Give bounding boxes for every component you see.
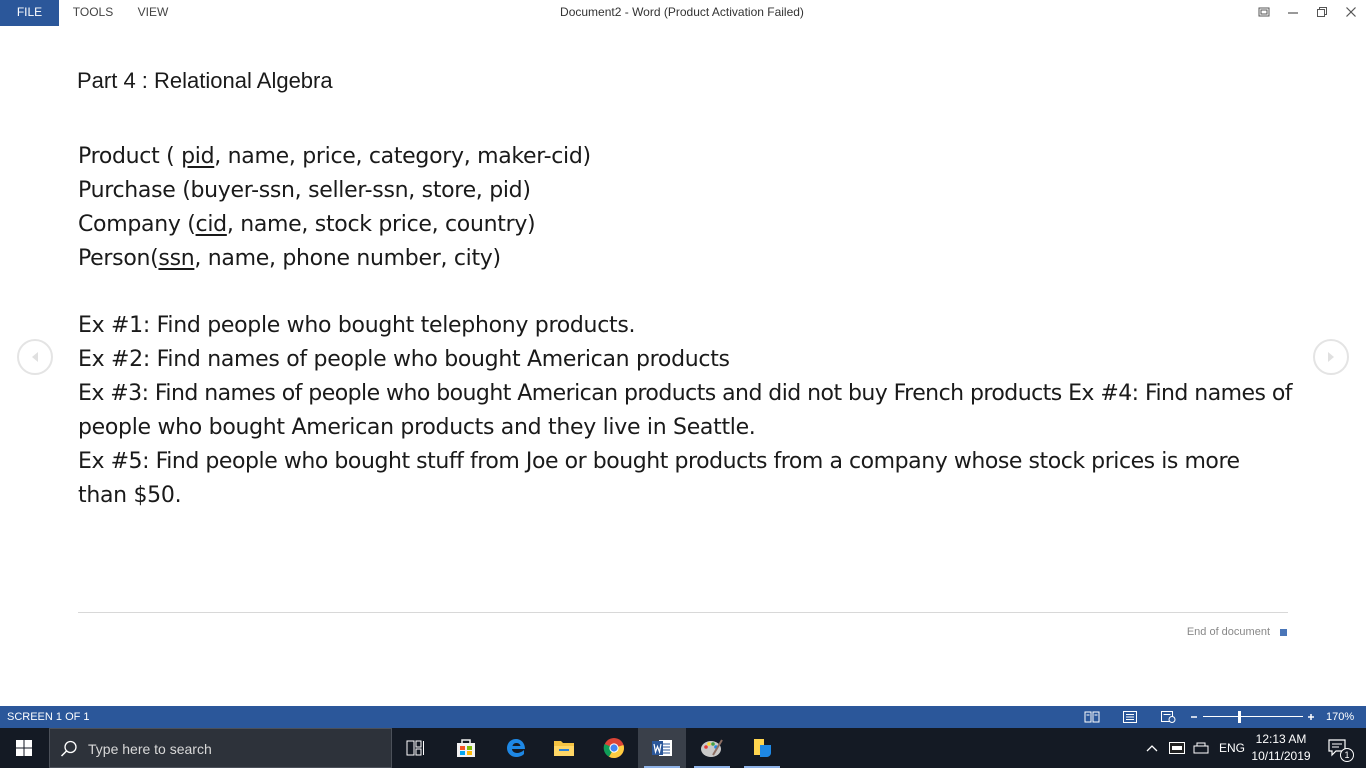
schema-purchase: Purchase (buyer-ssn, seller-ssn, store, … — [78, 178, 531, 203]
input-language[interactable]: ENG — [1219, 728, 1245, 768]
exercise-line: Ex #3: Find names of people who bought A… — [78, 381, 1293, 406]
web-layout-icon[interactable] — [1158, 709, 1178, 725]
document-area[interactable]: Part 4 : Relational Algebra Product ( pi… — [0, 26, 1366, 706]
schema-rest: , name, phone number, city) — [194, 246, 501, 271]
file-explorer-icon[interactable] — [540, 728, 588, 768]
end-divider — [78, 612, 1288, 613]
clock-time[interactable]: 12:13 AM — [1248, 731, 1314, 747]
zoom-slider[interactable] — [1203, 716, 1303, 717]
screen-indicator: SCREEN 1 OF 1 — [7, 711, 90, 723]
status-bar: SCREEN 1 OF 1 170% — [0, 706, 1366, 728]
menu-view[interactable]: VIEW — [128, 0, 178, 26]
chrome-icon[interactable] — [590, 728, 638, 768]
zoom-level[interactable]: 170% — [1326, 706, 1354, 728]
notification-icon[interactable]: 1 — [1318, 728, 1358, 768]
close-icon[interactable] — [1337, 0, 1365, 24]
menu-file[interactable]: FILE — [0, 0, 59, 26]
zoom-out-button[interactable] — [1186, 709, 1202, 725]
exercise-line: Ex #1: Find people who bought telephony … — [78, 313, 636, 338]
schema-prefix: Company ( — [78, 212, 196, 237]
schema-key: pid — [181, 144, 215, 169]
next-screen-icon[interactable] — [1313, 339, 1349, 375]
exercise-line: than $50. — [78, 483, 182, 508]
schema-key: ssn — [158, 246, 195, 271]
minimize-icon[interactable] — [1279, 0, 1307, 24]
menu-tools[interactable]: TOOLS — [62, 0, 124, 26]
taskbar-search[interactable]: Type here to search — [49, 728, 392, 768]
clock-date[interactable]: 10/11/2019 — [1248, 748, 1314, 764]
schema-rest: , name, stock price, country) — [226, 212, 536, 237]
chevron-up-icon[interactable] — [1142, 728, 1162, 768]
task-view-icon[interactable] — [392, 728, 440, 768]
paint-icon[interactable] — [688, 728, 736, 768]
notification-count: 1 — [1340, 748, 1354, 762]
read-mode-icon[interactable] — [1082, 709, 1102, 725]
window-title: Document2 - Word (Product Activation Fai… — [560, 5, 804, 19]
maximize-icon[interactable] — [1308, 0, 1336, 24]
schema-company: Company (cid, name, stock price, country… — [78, 212, 536, 237]
search-placeholder: Type here to search — [88, 741, 212, 757]
exercise-line: people who bought American products and … — [78, 415, 756, 440]
network-icon[interactable] — [1190, 728, 1212, 768]
previous-screen-icon[interactable] — [17, 339, 53, 375]
end-of-document-label: End of document — [1186, 626, 1270, 638]
schema-key: cid — [195, 212, 228, 237]
end-of-document-marker — [1280, 629, 1287, 636]
store-icon[interactable] — [442, 728, 490, 768]
print-layout-icon[interactable] — [1120, 709, 1140, 725]
schema-product: Product ( pid, name, price, category, ma… — [78, 144, 591, 169]
windows-start-icon[interactable] — [0, 728, 48, 768]
title-bar: FILE TOOLS VIEW Document2 - Word (Produc… — [0, 0, 1366, 26]
ssd-icon[interactable] — [1166, 728, 1188, 768]
schema-person: Person(ssn, name, phone number, city) — [78, 246, 501, 271]
exercise-line: Ex #5: Find people who bought stuff from… — [78, 449, 1240, 474]
search-icon — [60, 740, 78, 762]
zoom-in-button[interactable] — [1303, 709, 1319, 725]
restore-icon[interactable] — [1250, 0, 1278, 24]
zoom-slider-thumb[interactable] — [1238, 711, 1241, 723]
schema-rest: , name, price, category, maker-cid) — [214, 144, 591, 169]
taskbar: Type here to search ENG 12:13 AM 10/11/2… — [0, 728, 1366, 768]
page-heading: Part 4 : Relational Algebra — [77, 68, 333, 93]
sticky-app-icon[interactable] — [738, 728, 786, 768]
word-icon[interactable] — [638, 728, 686, 768]
edge-icon[interactable] — [492, 728, 540, 768]
exercise-line: Ex #2: Find names of people who bought A… — [78, 347, 730, 372]
schema-prefix: Product ( — [78, 144, 182, 169]
schema-prefix: Person( — [78, 246, 159, 271]
